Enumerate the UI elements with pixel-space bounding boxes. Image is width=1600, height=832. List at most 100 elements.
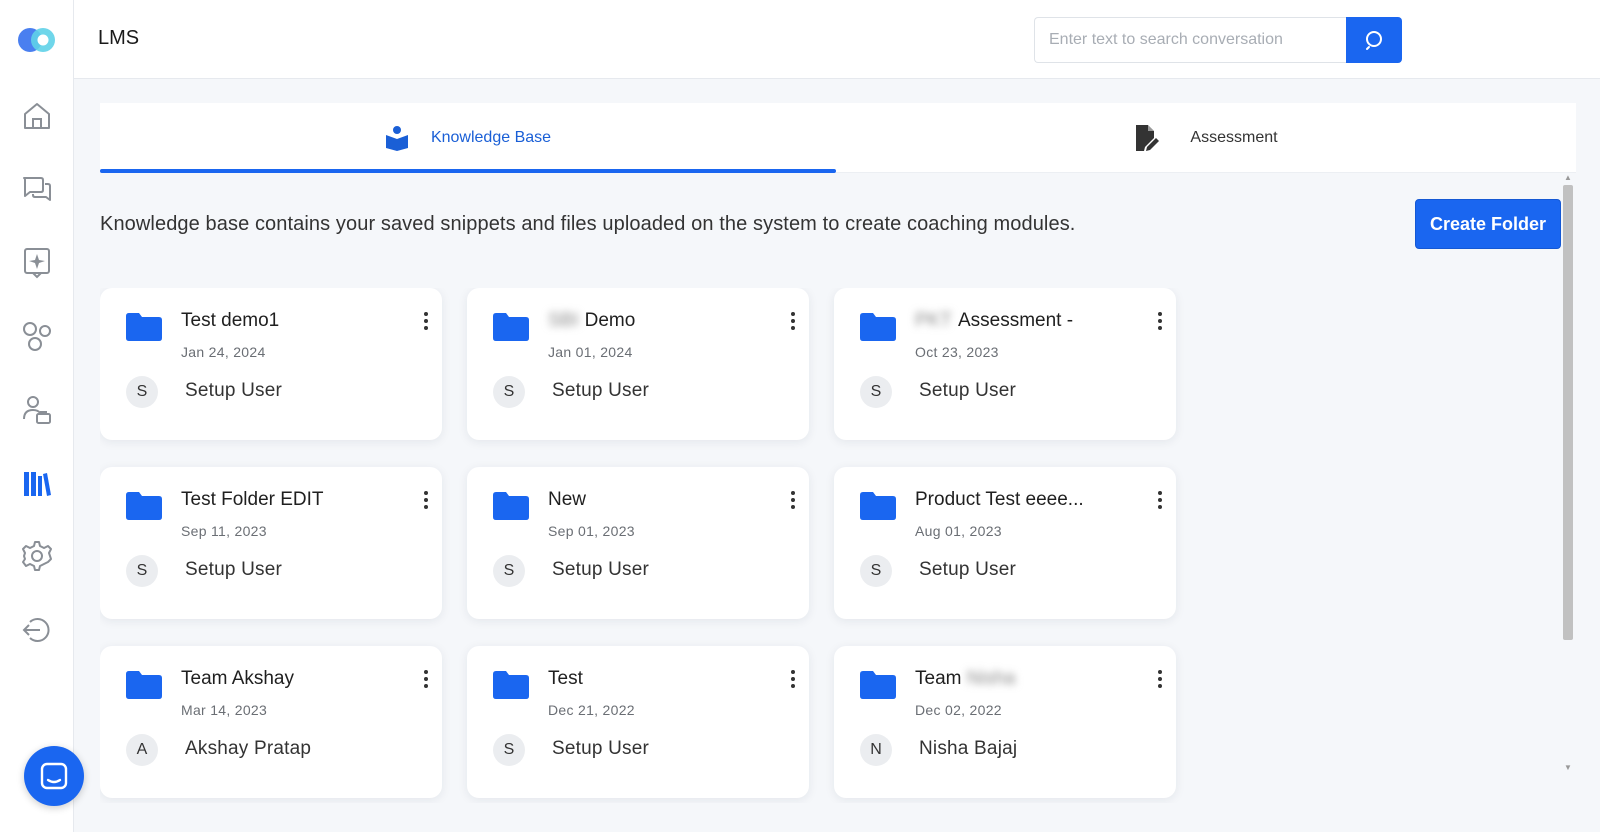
more-options-icon[interactable] <box>1152 308 1168 334</box>
more-options-icon[interactable] <box>785 666 801 692</box>
avatar: S <box>860 555 892 587</box>
folder-date: Dec 02, 2022 <box>915 702 1002 718</box>
folder-icon <box>860 671 896 699</box>
folder-owner: Nisha Bajaj <box>919 738 1018 759</box>
folder-icon <box>493 671 529 699</box>
folder-card[interactable]: Team Nisha Dec 02, 2022 N Nisha Bajaj <box>834 646 1176 798</box>
folder-date: Sep 01, 2023 <box>548 523 635 539</box>
app-logo-icon[interactable] <box>16 25 60 55</box>
scroll-up-arrow-icon[interactable]: ▲ <box>1564 173 1572 182</box>
search-button[interactable] <box>1345 17 1402 63</box>
folder-icon <box>126 671 162 699</box>
folder-title[interactable]: SBI Demo <box>548 310 635 332</box>
book-reader-icon <box>385 125 409 151</box>
folder-date: Oct 23, 2023 <box>915 344 999 360</box>
folder-icon <box>126 313 162 341</box>
more-options-icon[interactable] <box>785 308 801 334</box>
folder-title-text: Assessment - <box>957 310 1074 331</box>
folder-grid: Test demo1 Jan 24, 2024 S Setup User SBI… <box>100 288 1200 803</box>
more-options-icon[interactable] <box>418 487 434 513</box>
more-options-icon[interactable] <box>418 666 434 692</box>
more-options-icon[interactable] <box>785 487 801 513</box>
folder-owner: Setup User <box>185 380 283 401</box>
nav-topics[interactable] <box>17 316 57 356</box>
users-icon <box>23 396 51 424</box>
folder-card[interactable]: Test Dec 21, 2022 S Setup User <box>467 646 809 798</box>
folder-title[interactable]: New <box>548 489 586 511</box>
nav-insights[interactable] <box>17 242 57 282</box>
folder-title[interactable]: Team Akshay <box>181 668 294 690</box>
document-edit-icon <box>1134 124 1160 152</box>
folder-title[interactable]: PKT Assessment - <box>915 310 1073 332</box>
avatar: S <box>493 555 525 587</box>
folder-date: Jan 01, 2024 <box>548 344 633 360</box>
folder-owner: Setup User <box>919 559 1017 580</box>
avatar: S <box>126 376 158 408</box>
search-bar <box>1034 17 1402 63</box>
folder-title[interactable]: Team Nisha <box>915 668 1021 690</box>
more-options-icon[interactable] <box>1152 666 1168 692</box>
folder-title-text: Demo <box>584 310 636 331</box>
top-header: LMS <box>74 0 1600 79</box>
folder-icon <box>493 492 529 520</box>
scrollbar-thumb[interactable] <box>1563 185 1573 640</box>
nav-conversations[interactable] <box>17 169 57 209</box>
library-icon <box>24 472 51 496</box>
more-options-icon[interactable] <box>1152 487 1168 513</box>
folder-card[interactable]: Test Folder EDIT Sep 11, 2023 S Setup Us… <box>100 467 442 619</box>
logout-icon <box>22 618 50 642</box>
redacted-text: Nisha <box>966 668 1016 689</box>
redacted-text: SBI <box>548 310 579 331</box>
avatar: S <box>493 734 525 766</box>
folder-card[interactable]: PKT Assessment - Oct 23, 2023 S Setup Use… <box>834 288 1176 440</box>
conversations-icon <box>23 177 51 201</box>
chat-icon <box>40 762 68 790</box>
settings-icon <box>22 541 52 571</box>
folder-owner: Setup User <box>552 738 650 759</box>
avatar: S <box>126 555 158 587</box>
search-input[interactable] <box>1034 17 1346 63</box>
folder-icon <box>493 313 529 341</box>
folder-date: Jan 24, 2024 <box>181 344 266 360</box>
folder-date: Aug 01, 2023 <box>915 523 1002 539</box>
sidebar <box>0 0 74 832</box>
nav-settings[interactable] <box>17 536 57 576</box>
tab-assessment[interactable]: Assessment <box>836 103 1576 173</box>
nav-home[interactable] <box>17 96 57 136</box>
support-chat-button[interactable] <box>24 746 84 806</box>
folder-title[interactable]: Product Test eeee... <box>915 489 1084 511</box>
tab-knowledge-base[interactable]: Knowledge Base <box>100 103 836 173</box>
scroll-down-arrow-icon[interactable]: ▼ <box>1564 763 1572 772</box>
folder-icon <box>860 492 896 520</box>
folder-card[interactable]: Product Test eeee... Aug 01, 2023 S Setu… <box>834 467 1176 619</box>
nav-logout[interactable] <box>17 610 57 650</box>
folder-title[interactable]: Test <box>548 668 583 690</box>
folder-owner: Setup User <box>919 380 1017 401</box>
home-icon <box>24 103 50 129</box>
folder-title-text: Team <box>915 668 962 689</box>
nav-users[interactable] <box>17 390 57 430</box>
folder-card[interactable]: Team Akshay Mar 14, 2023 A Akshay Pratap <box>100 646 442 798</box>
redacted-text: PKT <box>915 310 952 331</box>
topics-icon <box>23 322 51 351</box>
folder-date: Mar 14, 2023 <box>181 702 268 718</box>
folder-card[interactable]: New Sep 01, 2023 S Setup User <box>467 467 809 619</box>
folder-date: Dec 21, 2022 <box>548 702 635 718</box>
create-folder-button[interactable]: Create Folder <box>1415 199 1561 249</box>
more-options-icon[interactable] <box>418 308 434 334</box>
page-description: Knowledge base contains your saved snipp… <box>100 213 1076 235</box>
tab-assessment-label: Assessment <box>1190 129 1278 146</box>
avatar: A <box>126 734 158 766</box>
avatar: S <box>493 376 525 408</box>
avatar: N <box>860 734 892 766</box>
folder-card[interactable]: SBI Demo Jan 01, 2024 S Setup User <box>467 288 809 440</box>
folder-title[interactable]: Test Folder EDIT <box>181 489 324 511</box>
main-content: Knowledge Base Assessment Knowledge base… <box>100 103 1576 803</box>
nav-library[interactable] <box>17 463 57 503</box>
folder-owner: Akshay Pratap <box>185 738 312 759</box>
folder-owner: Setup User <box>552 559 650 580</box>
folder-icon <box>860 313 896 341</box>
search-icon <box>1365 31 1382 50</box>
folder-title[interactable]: Test demo1 <box>181 310 279 332</box>
folder-card[interactable]: Test demo1 Jan 24, 2024 S Setup User <box>100 288 442 440</box>
